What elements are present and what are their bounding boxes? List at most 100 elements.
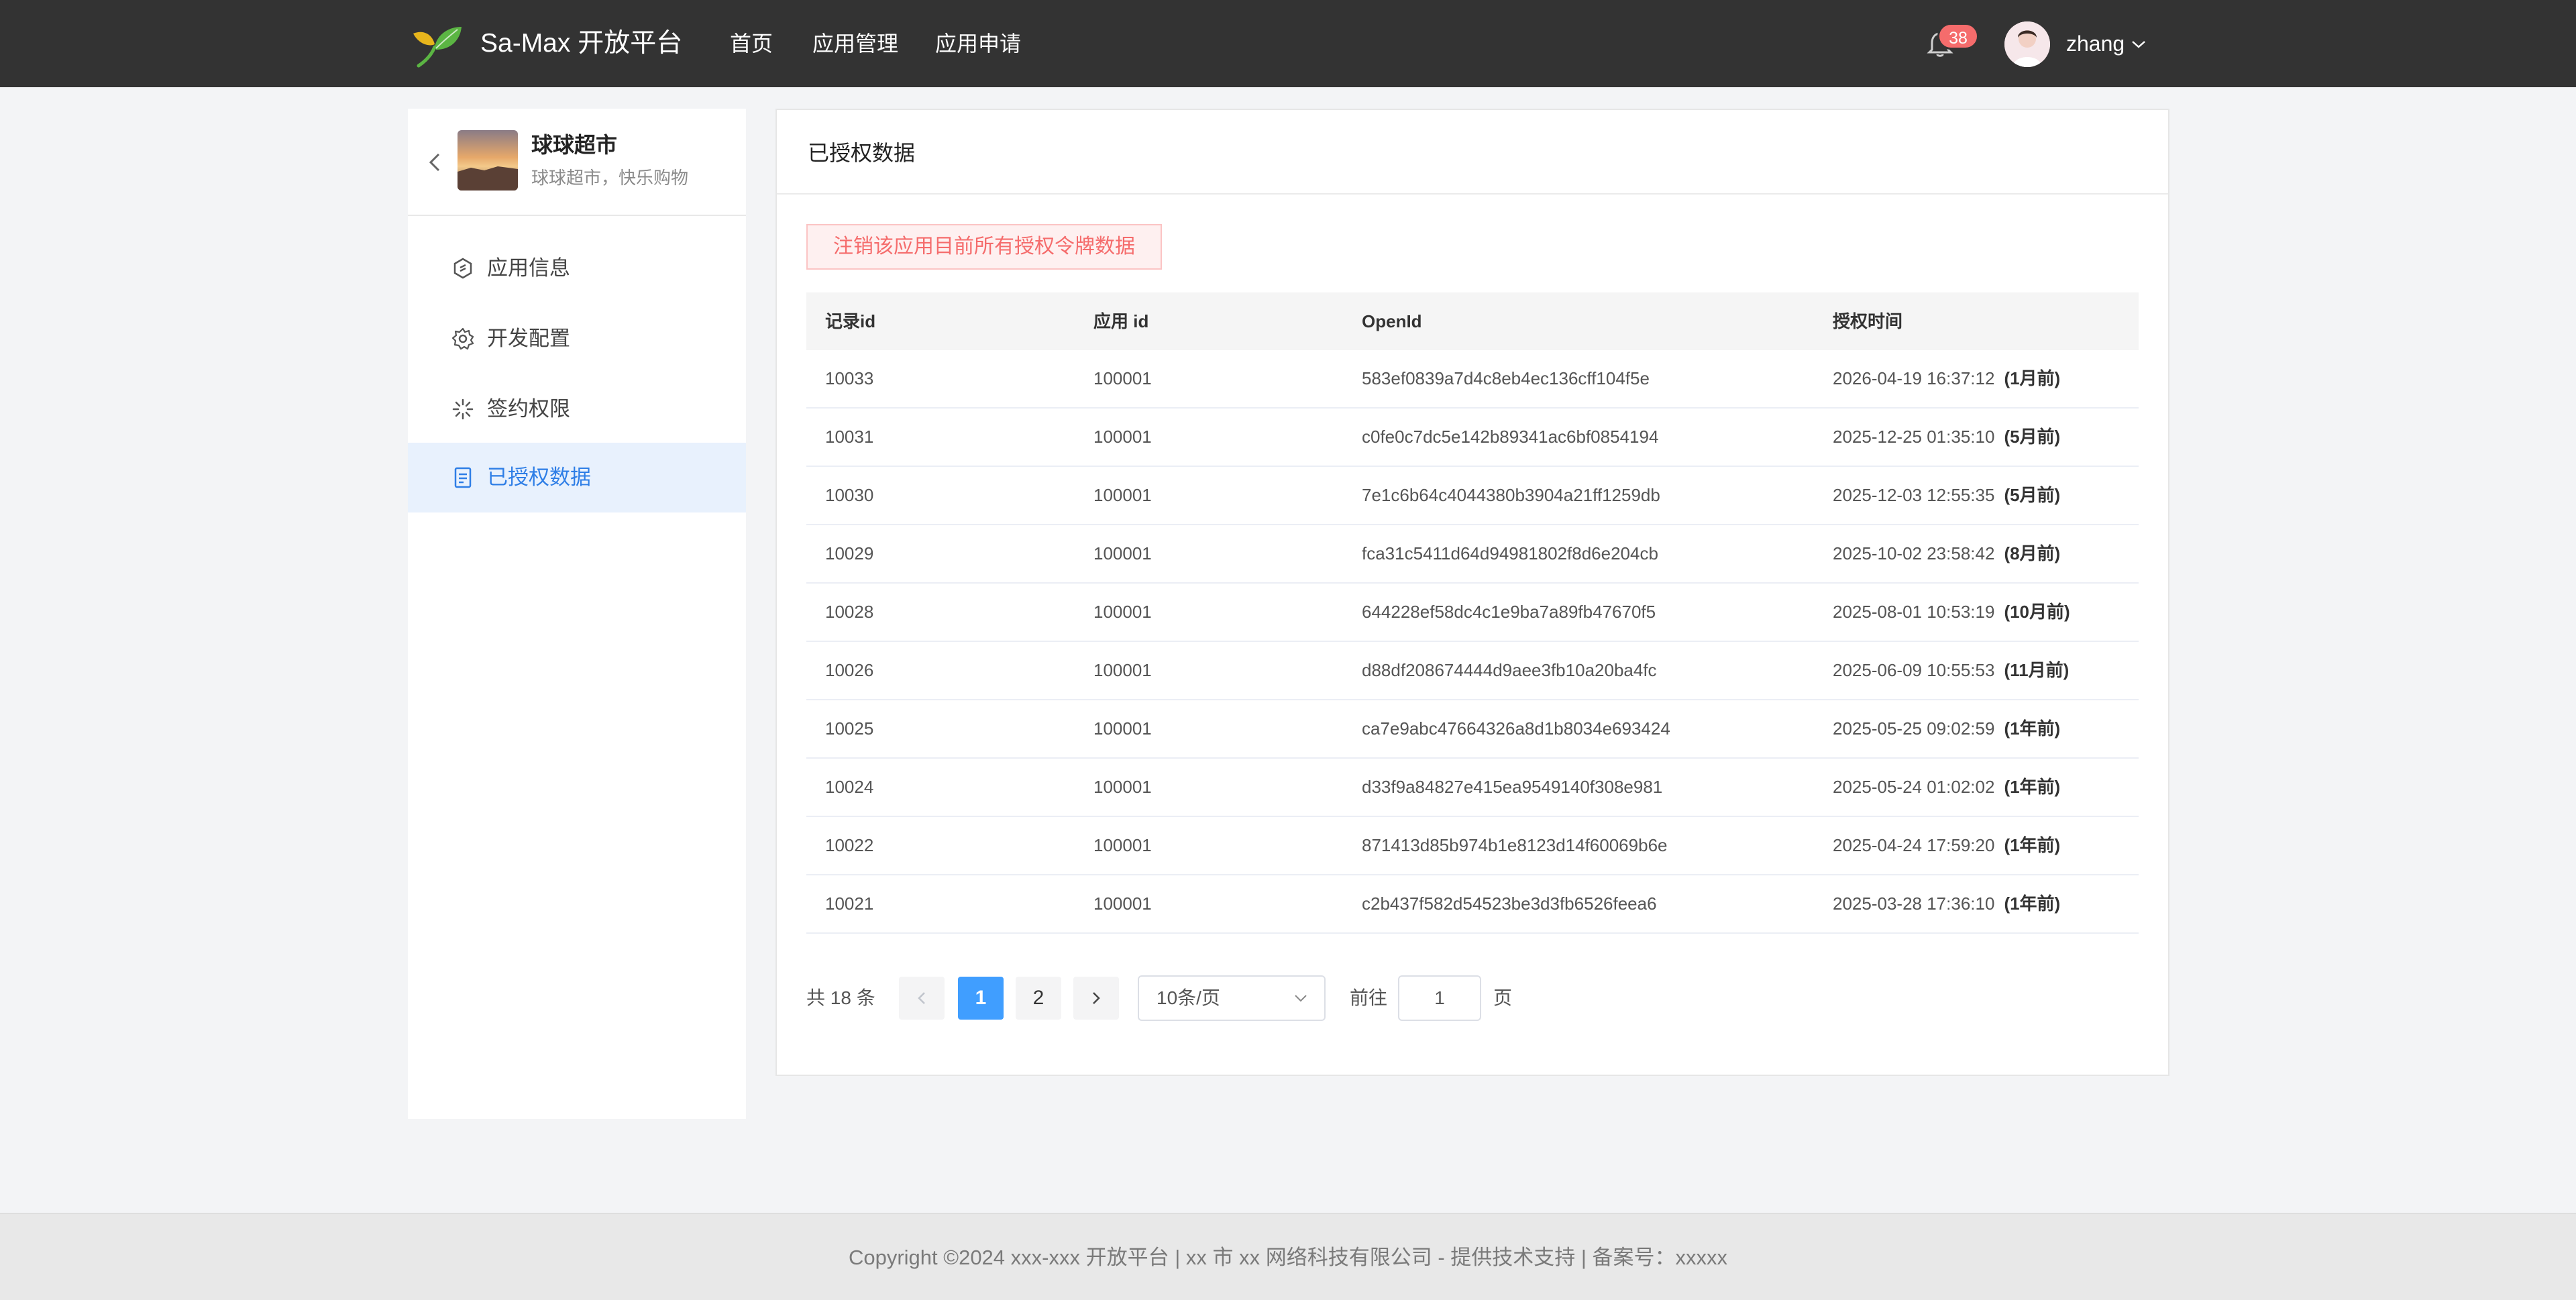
- table-body: 10033 100001 583ef0839a7d4c8eb4ec136cff104…: [806, 350, 2139, 934]
- sidebar-item-label: 开发配置: [487, 327, 570, 350]
- top-navbar: Sa-Max 开放平台 首页 应用管理 应用申请 38 zhang: [0, 0, 2576, 87]
- cell-auth-time: 2025-04-24 17:59:20 (1年前): [1833, 817, 2060, 874]
- leaf-logo-icon[interactable]: [409, 24, 463, 68]
- auth-timestamp: 2026-04-19 16:37:12: [1833, 368, 1995, 388]
- sidebar-item-label: 已授权数据: [487, 466, 591, 489]
- cell-app-id: 100001: [1093, 368, 1152, 388]
- column-header-auth-time[interactable]: 授权时间: [1833, 292, 1902, 350]
- cell-auth-time: 2025-12-03 12:55:35 (5月前): [1833, 467, 2060, 524]
- cell-record-id: 10033: [825, 368, 874, 388]
- app-info-icon: [453, 258, 472, 279]
- page-size-select[interactable]: 10条/页: [1138, 975, 1326, 1021]
- platform-brand[interactable]: Sa-Max 开放平台: [480, 27, 682, 60]
- relative-time: (1年前): [2004, 835, 2061, 855]
- user-avatar-icon: [2004, 21, 2050, 67]
- column-header-app-id[interactable]: 应用 id: [1093, 292, 1148, 350]
- cell-auth-time: 2025-12-25 01:35:10 (5月前): [1833, 409, 2060, 466]
- sidebar-item-permissions[interactable]: 签约权限: [408, 374, 746, 444]
- sidebar-item-label: 签约权限: [487, 397, 570, 421]
- relative-time: (10月前): [2004, 602, 2070, 622]
- cell-record-id: 10024: [825, 777, 874, 797]
- auth-timestamp: 2025-08-01 10:53:19: [1833, 602, 1995, 622]
- table-row: 10026 100001 d88df208674444d9aee3fb10a20ba…: [806, 642, 2139, 700]
- column-header-record-id[interactable]: 记录id: [825, 292, 875, 350]
- chevron-down-icon[interactable]: [2131, 38, 2147, 51]
- cell-openid: 644228ef58dc4c1e9ba7a89fb47670f5: [1362, 602, 1656, 622]
- cell-auth-time: 2025-08-01 10:53:19 (10月前): [1833, 584, 2070, 641]
- cell-app-id: 100001: [1093, 718, 1152, 739]
- cell-openid: 871413d85b974b1e8123d14f60069b6e: [1362, 835, 1668, 855]
- sidebar-item-app-info[interactable]: 应用信息: [408, 233, 746, 303]
- relative-time: (1年前): [2004, 893, 2061, 914]
- sunset-image-icon: [458, 130, 518, 191]
- cell-auth-time: 2026-04-19 16:37:12 (1月前): [1833, 350, 2060, 407]
- cell-auth-time: 2025-05-24 01:02:02 (1年前): [1833, 759, 2060, 816]
- cell-app-id: 100001: [1093, 660, 1152, 680]
- table-row: 10025 100001 ca7e9abc47664326a8d1b8034e693…: [806, 700, 2139, 759]
- app-thumbnail: [458, 130, 518, 191]
- table-row: 10021 100001 c2b437f582d54523be3d3fb6526fe…: [806, 875, 2139, 934]
- cell-app-id: 100001: [1093, 777, 1152, 797]
- table-row: 10031 100001 c0fe0c7dc5e142b89341ac6bf0854…: [806, 409, 2139, 467]
- cell-record-id: 10025: [825, 718, 874, 739]
- app-description: 球球超市，快乐购物: [531, 168, 689, 188]
- pagination-total: 共 18 条: [806, 987, 875, 1008]
- cell-app-id: 100001: [1093, 893, 1152, 914]
- cell-openid: c0fe0c7dc5e142b89341ac6bf0854194: [1362, 427, 1659, 447]
- column-header-openid[interactable]: OpenId: [1362, 292, 1422, 350]
- cell-openid: d33f9a84827e415ea9549140f308e981: [1362, 777, 1663, 797]
- cell-openid: ca7e9abc47664326a8d1b8034e693424: [1362, 718, 1670, 739]
- chevron-down-icon: [1295, 995, 1307, 1002]
- cell-openid: fca31c5411d64d94981802f8d6e204cb: [1362, 543, 1658, 563]
- relative-time: (1月前): [2004, 368, 2061, 388]
- authorized-data-panel: 已授权数据 注销该应用目前所有授权令牌数据 记录id 应用 id OpenId …: [775, 109, 2169, 1076]
- sidebar: 球球超市 球球超市，快乐购物 应用信息 开发配置 签约权限 已授权数据: [408, 109, 746, 1119]
- divider: [777, 193, 2168, 195]
- relative-time: (1年前): [2004, 718, 2061, 739]
- page-button-1[interactable]: 1: [958, 977, 1004, 1020]
- nav-app-application[interactable]: 应用申请: [935, 27, 1021, 60]
- cell-openid: c2b437f582d54523be3d3fb6526feea6: [1362, 893, 1657, 914]
- prev-page-button[interactable]: [899, 977, 945, 1020]
- cell-app-id: 100001: [1093, 835, 1152, 855]
- cell-openid: d88df208674444d9aee3fb10a20ba4fc: [1362, 660, 1657, 680]
- next-page-button[interactable]: [1073, 977, 1119, 1020]
- copyright-text: Copyright ©2024 xxx-xxx 开放平台 | xx 市 xx 网…: [848, 1246, 1728, 1269]
- cell-app-id: 100001: [1093, 543, 1152, 563]
- auth-timestamp: 2025-05-24 01:02:02: [1833, 777, 1995, 797]
- table-header: 记录id 应用 id OpenId 授权时间: [806, 292, 2139, 350]
- goto-unit: 页: [1493, 987, 1513, 1008]
- auth-timestamp: 2025-03-28 17:36:10: [1833, 893, 1995, 914]
- auth-timestamp: 2025-06-09 10:55:53: [1833, 660, 1995, 680]
- cell-app-id: 100001: [1093, 427, 1152, 447]
- cell-record-id: 10031: [825, 427, 874, 447]
- notification-badge: 38: [1937, 23, 1979, 50]
- gear-icon: [451, 327, 474, 350]
- app-name: 球球超市: [531, 133, 618, 157]
- table-row: 10028 100001 644228ef58dc4c1e9ba7a89fb4767…: [806, 584, 2139, 642]
- cell-auth-time: 2025-05-25 09:02:59 (1年前): [1833, 700, 2060, 757]
- sidebar-item-authorized-data[interactable]: 已授权数据: [408, 443, 746, 512]
- chevron-left-icon[interactable]: [427, 150, 443, 174]
- chevron-right-icon: [1093, 992, 1100, 1004]
- nav-home[interactable]: 首页: [730, 27, 773, 60]
- loading-icon: [452, 398, 474, 420]
- cell-auth-time: 2025-06-09 10:55:53 (11月前): [1833, 642, 2069, 699]
- authorized-data-table: 记录id 应用 id OpenId 授权时间 10033 100001 583ef0…: [806, 292, 2139, 934]
- revoke-all-tokens-button[interactable]: 注销该应用目前所有授权令牌数据: [806, 224, 1162, 270]
- sidebar-item-dev-config[interactable]: 开发配置: [408, 304, 746, 374]
- nav-app-management[interactable]: 应用管理: [812, 27, 898, 60]
- page-button-2[interactable]: 2: [1016, 977, 1061, 1020]
- cell-record-id: 10028: [825, 602, 874, 622]
- username[interactable]: zhang: [2066, 27, 2125, 60]
- page-title: 已授权数据: [808, 141, 916, 165]
- table-row: 10022 100001 871413d85b974b1e8123d14f60069…: [806, 817, 2139, 875]
- chevron-left-icon: [918, 992, 925, 1004]
- page-size-value: 10条/页: [1157, 987, 1220, 1008]
- cell-auth-time: 2025-10-02 23:58:42 (8月前): [1833, 525, 2060, 582]
- goto-page-input[interactable]: [1398, 975, 1481, 1021]
- avatar[interactable]: [2004, 21, 2050, 67]
- cell-openid: 7e1c6b64c4044380b3904a21ff1259db: [1362, 485, 1660, 505]
- relative-time: (5月前): [2004, 427, 2061, 447]
- table-row: 10033 100001 583ef0839a7d4c8eb4ec136cff104…: [806, 350, 2139, 409]
